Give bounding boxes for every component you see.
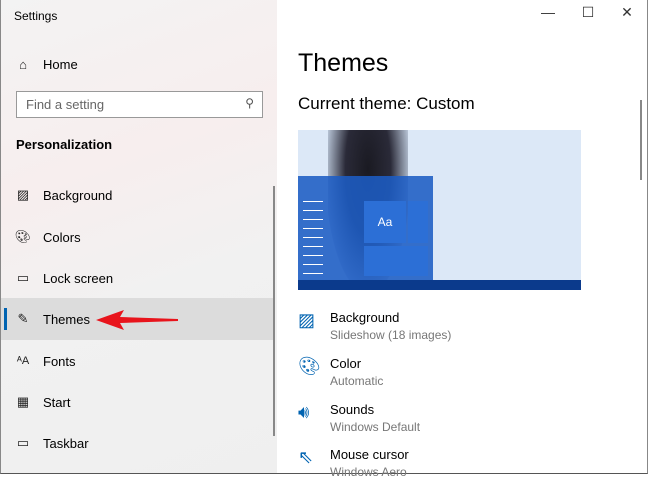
setting-mouse-cursor[interactable]: ⇖ Mouse cursor Windows Aero: [298, 447, 409, 479]
palette-icon: 🎨︎: [298, 356, 321, 376]
taskbar-preview: [298, 280, 581, 290]
search-input[interactable]: Find a setting ⚲: [16, 91, 263, 118]
setting-value: Automatic: [330, 374, 384, 388]
theme-preview[interactable]: Aa: [298, 130, 581, 290]
cursor-icon: ⇖: [298, 447, 314, 467]
setting-color[interactable]: 🎨︎ Color Automatic: [298, 356, 383, 388]
sidebar-item-colors[interactable]: 🎨︎ Colors: [1, 216, 274, 258]
sidebar-item-background[interactable]: ▨ Background: [1, 174, 274, 216]
setting-title: Mouse cursor: [330, 447, 409, 462]
sidebar-item-start[interactable]: ▦ Start: [1, 381, 274, 423]
setting-background[interactable]: ▨ Background Slideshow (18 images): [298, 310, 451, 342]
picture-icon: ▨: [16, 187, 30, 202]
start-menu-preview: Aa: [298, 176, 433, 283]
window-title: Settings: [14, 9, 58, 23]
preview-tile: Aa: [364, 201, 406, 243]
item-label: Lock screen: [43, 270, 114, 286]
current-theme-heading: Current theme: Custom: [298, 94, 475, 113]
preview-tile: [408, 201, 428, 243]
setting-title: Sounds: [330, 402, 375, 417]
themes-icon: ✎: [17, 311, 29, 326]
taskbar-icon: ▭: [16, 435, 30, 450]
search-icon: ⚲: [245, 96, 254, 110]
item-label: Fonts: [43, 353, 76, 369]
sidebar: Settings ⌂ Home Find a setting ⚲ Personal…: [0, 0, 277, 474]
sidebar-item-fonts[interactable]: ᴬA Fonts: [1, 340, 274, 382]
home-label: Home: [43, 56, 78, 72]
annotation-arrow: [96, 310, 178, 330]
fonts-icon: ᴬA: [16, 355, 30, 367]
content-pane: — ☐ ✕ Themes Current theme: Custom Aa ▨ B…: [277, 0, 648, 479]
palette-icon: 🎨︎: [14, 229, 32, 244]
section-heading: Personalization: [16, 137, 113, 152]
sidebar-item-lock-screen[interactable]: ▭ Lock screen: [1, 257, 274, 299]
setting-value: Slideshow (18 images): [330, 328, 452, 342]
speaker-icon: 🔊︎: [298, 402, 310, 422]
setting-value: Windows Aero: [330, 465, 407, 479]
picture-icon: ▨: [298, 310, 316, 330]
sidebar-item-home[interactable]: ⌂ Home: [1, 43, 274, 85]
setting-sounds[interactable]: 🔊︎ Sounds Windows Default: [298, 402, 420, 434]
item-label: Background: [43, 187, 113, 203]
preview-tile: [364, 246, 428, 276]
preview-menu-lines: [303, 201, 323, 279]
home-icon: ⌂: [19, 56, 27, 72]
sidebar-scrollbar[interactable]: [273, 186, 275, 436]
lock-screen-icon: ▭: [16, 270, 30, 285]
search-placeholder: Find a setting: [26, 97, 105, 112]
item-label: Start: [43, 394, 71, 410]
item-label: Taskbar: [43, 435, 89, 451]
start-icon: ▦: [16, 394, 30, 409]
setting-title: Color: [330, 356, 362, 371]
sidebar-item-taskbar[interactable]: ▭ Taskbar: [1, 422, 274, 464]
setting-title: Background: [330, 310, 400, 325]
item-label: Colors: [43, 229, 81, 245]
setting-value: Windows Default: [330, 420, 421, 434]
maximize-button[interactable]: ☐: [573, 4, 603, 21]
page-title: Themes: [298, 49, 389, 77]
item-label: Themes: [43, 311, 90, 327]
minimize-button[interactable]: —: [533, 4, 563, 20]
content-scrollbar[interactable]: [640, 100, 642, 180]
close-button[interactable]: ✕: [612, 4, 642, 21]
